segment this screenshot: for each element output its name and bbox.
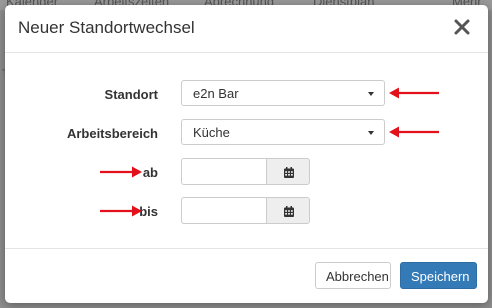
ab-date-picker: [181, 158, 310, 185]
annotation-arrow-right-icon: [100, 166, 142, 178]
bis-calendar-button[interactable]: [266, 197, 310, 224]
arbeitsbereich-select[interactable]: Küche: [181, 119, 385, 145]
standort-value: e2n Bar: [193, 86, 239, 101]
modal-footer: Abbrechen Speichern: [5, 248, 488, 303]
bis-label: bis: [139, 204, 158, 219]
arbeitsbereich-value: Küche: [193, 125, 230, 140]
close-icon: [454, 19, 470, 35]
calendar-icon: [284, 206, 294, 217]
modal-header: Neuer Standortwechsel: [5, 5, 488, 53]
close-button[interactable]: [452, 15, 472, 39]
chevron-down-icon: [368, 131, 374, 135]
standort-label: Standort: [104, 87, 158, 102]
ab-label: ab: [142, 165, 158, 180]
cancel-button[interactable]: Abbrechen: [315, 262, 391, 289]
ab-date-input[interactable]: [181, 158, 266, 185]
annotation-arrow-right-icon: [100, 205, 142, 217]
chevron-down-icon: [368, 92, 374, 96]
arbeitsbereich-label: Arbeitsbereich: [66, 126, 158, 141]
bis-date-picker: [181, 197, 310, 224]
location-change-modal: Neuer Standortwechsel Standort e2n Bar A…: [5, 5, 488, 303]
annotation-arrow-left-icon: [389, 87, 439, 99]
calendar-icon: [284, 167, 294, 178]
modal-title: Neuer Standortwechsel: [18, 18, 195, 37]
save-button[interactable]: Speichern: [400, 262, 477, 289]
annotation-arrow-left-icon: [389, 126, 439, 138]
ab-calendar-button[interactable]: [266, 158, 310, 185]
bis-date-input[interactable]: [181, 197, 266, 224]
standort-select[interactable]: e2n Bar: [181, 80, 385, 106]
